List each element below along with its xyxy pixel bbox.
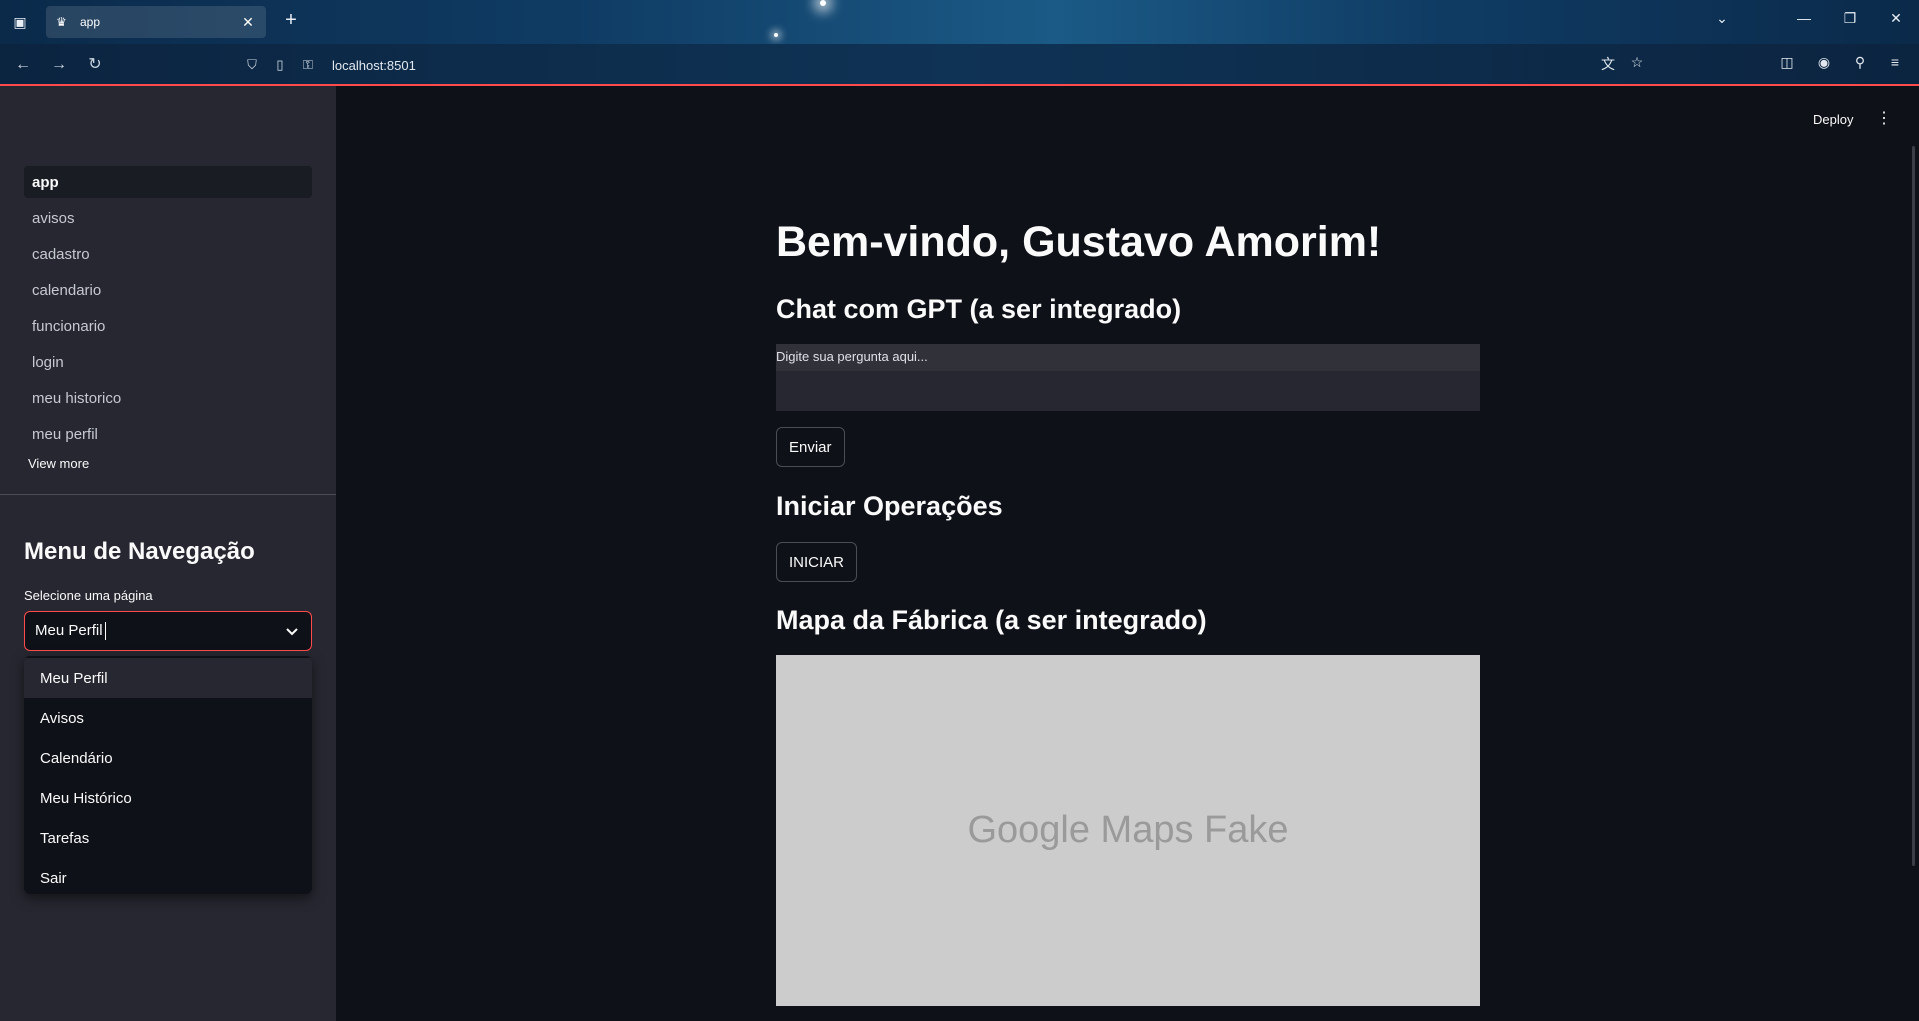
sidebar-item-meu-historico[interactable]: meu historico <box>24 382 312 414</box>
extensions-icon[interactable]: ⚲ <box>1850 54 1870 71</box>
reload-icon[interactable]: ↻ <box>84 54 106 76</box>
menu-icon[interactable]: ≡ <box>1885 54 1905 70</box>
option-tarefas[interactable]: Tarefas <box>24 818 312 858</box>
close-window-icon[interactable]: ✕ <box>1884 10 1908 27</box>
page-select[interactable]: Meu Perfil <box>24 611 312 651</box>
bookmark-star-icon[interactable]: ☆ <box>1627 54 1647 71</box>
map-placeholder-text: Google Maps Fake <box>967 809 1289 851</box>
account-icon[interactable]: ◉ <box>1814 54 1834 71</box>
background-star <box>820 0 826 6</box>
option-avisos[interactable]: Avisos <box>24 698 312 738</box>
select-label: Selecione uma página <box>24 588 153 603</box>
factory-map[interactable]: Google Maps Fake <box>776 655 1480 1006</box>
send-button[interactable]: Enviar <box>776 427 845 467</box>
close-tab-icon[interactable]: ✕ <box>240 14 256 31</box>
option-calendario[interactable]: Calendário <box>24 738 312 778</box>
option-meu-perfil[interactable]: Meu Perfil <box>24 658 312 698</box>
key-icon[interactable]: ⚿ <box>300 57 316 73</box>
url-text[interactable]: localhost:8501 <box>332 58 416 73</box>
sidebar-divider <box>0 494 336 495</box>
forward-icon[interactable]: → <box>48 54 70 76</box>
start-button[interactable]: INICIAR <box>776 542 858 582</box>
view-more-link[interactable]: View more <box>28 456 89 471</box>
page-nav-list: app avisos cadastro calendario funcionar… <box>24 166 312 454</box>
chat-section-title: Chat com GPT (a ser integrado) <box>776 294 1182 324</box>
operations-section-title: Iniciar Operações <box>776 491 1003 521</box>
list-all-tabs-icon[interactable]: ⌄ <box>1710 10 1734 27</box>
url-bar[interactable]: ⛉ ▯ ⚿ localhost:8501 <box>232 50 1652 80</box>
back-icon[interactable]: ← <box>12 54 34 76</box>
select-value[interactable]: Meu Perfil <box>35 622 283 641</box>
sidebar-item-app[interactable]: app <box>24 166 312 198</box>
browser-tab[interactable]: ♛ app ✕ <box>46 6 266 38</box>
scrollbar[interactable] <box>1912 146 1915 866</box>
sidebar-item-calendario[interactable]: calendario <box>24 274 312 306</box>
deploy-button[interactable]: Deploy <box>1813 112 1853 127</box>
pocket-icon[interactable]: ◫ <box>1777 54 1797 71</box>
sidebar-item-funcionario[interactable]: funcionario <box>24 310 312 342</box>
streamlit-favicon-icon: ♛ <box>56 15 67 29</box>
sidebar: app avisos cadastro calendario funcionar… <box>0 86 336 1021</box>
tab-title: app <box>80 15 101 29</box>
more-options-icon[interactable]: ⋮ <box>1876 108 1892 128</box>
minimize-icon[interactable]: — <box>1792 10 1816 26</box>
option-meu-historico[interactable]: Meu Histórico <box>24 778 312 818</box>
option-sair[interactable]: Sair <box>24 858 312 894</box>
sidebar-item-avisos[interactable]: avisos <box>24 202 312 234</box>
background-star <box>774 33 778 37</box>
tab-list-icon[interactable]: ▣ <box>10 12 30 32</box>
new-tab-icon[interactable]: + <box>280 9 302 32</box>
browser-nav-bar: ← → ↻ ⛉ ▯ ⚿ localhost:8501 文 ☆ ◫ ◉ ⚲ ≡ <box>0 44 1919 86</box>
page-select-dropdown: Meu Perfil Avisos Calendário Meu Históri… <box>24 656 312 894</box>
main-content: Deploy ⋮ Bem-vindo, Gustavo Amorim! Chat… <box>336 86 1919 1021</box>
shield-icon[interactable]: ⛉ <box>244 57 260 73</box>
page-icon[interactable]: ▯ <box>272 57 288 73</box>
chat-input[interactable]: Digite sua pergunta aqui... <box>776 344 1480 411</box>
translate-icon[interactable]: 文 <box>1598 54 1618 74</box>
sidebar-item-meu-perfil[interactable]: meu perfil <box>24 418 312 450</box>
sidebar-item-login[interactable]: login <box>24 346 312 378</box>
restore-icon[interactable]: ❐ <box>1838 10 1862 27</box>
chevron-down-icon[interactable] <box>283 624 301 639</box>
chat-placeholder: Digite sua pergunta aqui... <box>776 344 1480 371</box>
sidebar-item-cadastro[interactable]: cadastro <box>24 238 312 270</box>
browser-tab-bar: ▣ ♛ app ✕ + ⌄ — ❐ ✕ <box>0 0 1919 44</box>
map-section-title: Mapa da Fábrica (a ser integrado) <box>776 605 1207 635</box>
menu-title: Menu de Navegação <box>24 538 255 565</box>
welcome-title: Bem-vindo, Gustavo Amorim! <box>776 218 1382 266</box>
